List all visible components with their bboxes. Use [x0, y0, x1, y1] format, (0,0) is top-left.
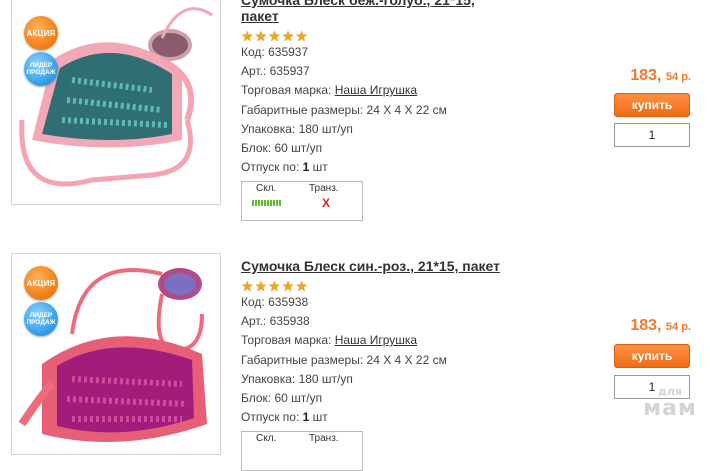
size-value: 24 X 4 X 22 см — [366, 102, 447, 117]
product-info: Сумочка Блеск син.-роз., 21*15, пакет ★ … — [241, 258, 561, 471]
pack-row: Упаковка: 180 шт/уп — [241, 120, 516, 139]
min-order-qty: 1 — [302, 160, 310, 175]
warehouse-stock-bar — [252, 200, 282, 207]
block-row: Блок: 60 шт/уп — [241, 139, 516, 158]
product-image[interactable]: АКЦИЯ ЛИДЕР ПРОДАЖ — [11, 0, 221, 205]
warehouse-label: Скл. — [256, 183, 277, 195]
pack-value: 180 шт/уп — [298, 371, 353, 386]
price-rub: 183, — [630, 67, 662, 84]
price: 183, 54 р. — [630, 67, 691, 85]
sale-badge-label: АКЦИЯ — [26, 278, 56, 288]
transit-label: Транз. — [309, 433, 339, 445]
art-row: Арт.: 635937 — [241, 62, 516, 81]
quantity-input[interactable] — [614, 123, 690, 147]
star-icon: ★ — [241, 278, 254, 294]
min-order-unit: шт — [312, 410, 328, 425]
star-icon: ★ — [241, 28, 254, 44]
product-title-link[interactable]: Сумочка Блеск беж.-голуб., 21*15, пакет — [241, 0, 516, 24]
min-order-label: Отпуск по: — [241, 160, 300, 175]
brand-row: Торговая марка: Наша Игрушка — [241, 81, 516, 100]
block-value: 60 шт/уп — [274, 141, 323, 156]
brand-link[interactable]: Наша Игрушка — [335, 333, 417, 347]
sale-badge: АКЦИЯ — [24, 266, 58, 300]
bestseller-badge: ЛИДЕР ПРОДАЖ — [24, 302, 58, 336]
price-rub: 183, — [630, 317, 662, 334]
art-label: Арт.: — [241, 64, 267, 79]
code-label: Код: — [241, 45, 265, 59]
code-value: 635937 — [268, 45, 309, 59]
code-row: Код: 635938 — [241, 293, 561, 312]
block-value: 60 шт/уп — [274, 391, 323, 406]
code-row: Код: 635937 — [241, 43, 516, 62]
brand-label: Торговая марка: — [241, 333, 332, 348]
bestseller-badge-label: ЛИДЕР ПРОДАЖ — [26, 62, 56, 76]
price-kop: 54 р. — [665, 71, 691, 83]
star-icon: ★ — [295, 28, 308, 44]
warehouse-label: Скл. — [256, 433, 277, 445]
size-row: Габаритные размеры: 24 X 4 X 22 см — [241, 101, 516, 120]
star-icon: ★ — [254, 278, 268, 294]
min-order-label: Отпуск по: — [241, 410, 300, 425]
min-order-unit: шт — [312, 160, 328, 175]
rating-stars: ★ ★ ★ ★ ★ — [241, 29, 516, 43]
star-icon: ★ — [268, 278, 281, 294]
pack-value: 180 шт/уп — [298, 121, 353, 136]
star-icon: ★ — [254, 28, 268, 44]
brand-label: Торговая марка: — [241, 83, 332, 98]
pack-row: Упаковка: 180 шт/уп — [241, 370, 561, 389]
site-watermark: для мам — [630, 386, 710, 442]
pack-label: Упаковка: — [241, 371, 296, 386]
buy-button[interactable]: купить — [614, 344, 690, 368]
product-card: АКЦИЯ ЛИДЕР ПРОДАЖ Сумочка Блеск син.-ро… — [0, 253, 710, 471]
product-info: Сумочка Блеск беж.-голуб., 21*15, пакет … — [241, 0, 516, 222]
bestseller-badge: ЛИДЕР ПРОДАЖ — [24, 52, 58, 86]
stock-box: Скл. Транз. — [241, 431, 363, 471]
star-icon: ★ — [295, 278, 308, 294]
price-kop: 54 р. — [665, 321, 691, 333]
code-value: 635938 — [268, 295, 309, 309]
code-label: Код: — [241, 295, 265, 309]
block-row: Блок: 60 шт/уп — [241, 389, 561, 408]
art-value: 635937 — [269, 64, 310, 79]
star-icon: ★ — [268, 28, 281, 44]
watermark-line2: мам — [643, 396, 697, 421]
stock-box: Скл. Транз. X — [241, 181, 363, 222]
art-row: Арт.: 635938 — [241, 312, 561, 331]
min-order-row: Отпуск по: 1 шт — [241, 158, 516, 177]
product-card: АКЦИЯ ЛИДЕР ПРОДАЖ Сумочка Блеск беж.-го… — [0, 0, 710, 230]
star-icon: ★ — [281, 278, 295, 294]
size-label: Габаритные размеры: — [241, 352, 364, 367]
transit-unavailable-icon: X — [322, 196, 331, 211]
size-row: Габаритные размеры: 24 X 4 X 22 см — [241, 351, 561, 370]
pack-label: Упаковка: — [241, 121, 296, 136]
bestseller-badge-label: ЛИДЕР ПРОДАЖ — [26, 312, 56, 326]
min-order-row: Отпуск по: 1 шт — [241, 408, 561, 427]
product-image[interactable]: АКЦИЯ ЛИДЕР ПРОДАЖ — [11, 253, 221, 455]
block-label: Блок: — [241, 141, 272, 156]
min-order-qty: 1 — [302, 410, 310, 425]
price: 183, 54 р. — [630, 317, 691, 335]
product-title-link[interactable]: Сумочка Блеск син.-роз., 21*15, пакет — [241, 258, 561, 274]
art-value: 635938 — [269, 314, 310, 329]
sale-badge: АКЦИЯ — [24, 16, 58, 50]
brand-row: Торговая марка: Наша Игрушка — [241, 331, 561, 350]
size-label: Габаритные размеры: — [241, 102, 364, 117]
size-value: 24 X 4 X 22 см — [366, 352, 447, 367]
block-label: Блок: — [241, 391, 272, 406]
buy-button[interactable]: купить — [614, 93, 690, 117]
rating-stars: ★ ★ ★ ★ ★ — [241, 279, 561, 293]
brand-link[interactable]: Наша Игрушка — [335, 83, 417, 97]
transit-label: Транз. — [309, 183, 339, 195]
sale-badge-label: АКЦИЯ — [26, 28, 56, 38]
art-label: Арт.: — [241, 314, 267, 329]
star-icon: ★ — [281, 28, 295, 44]
